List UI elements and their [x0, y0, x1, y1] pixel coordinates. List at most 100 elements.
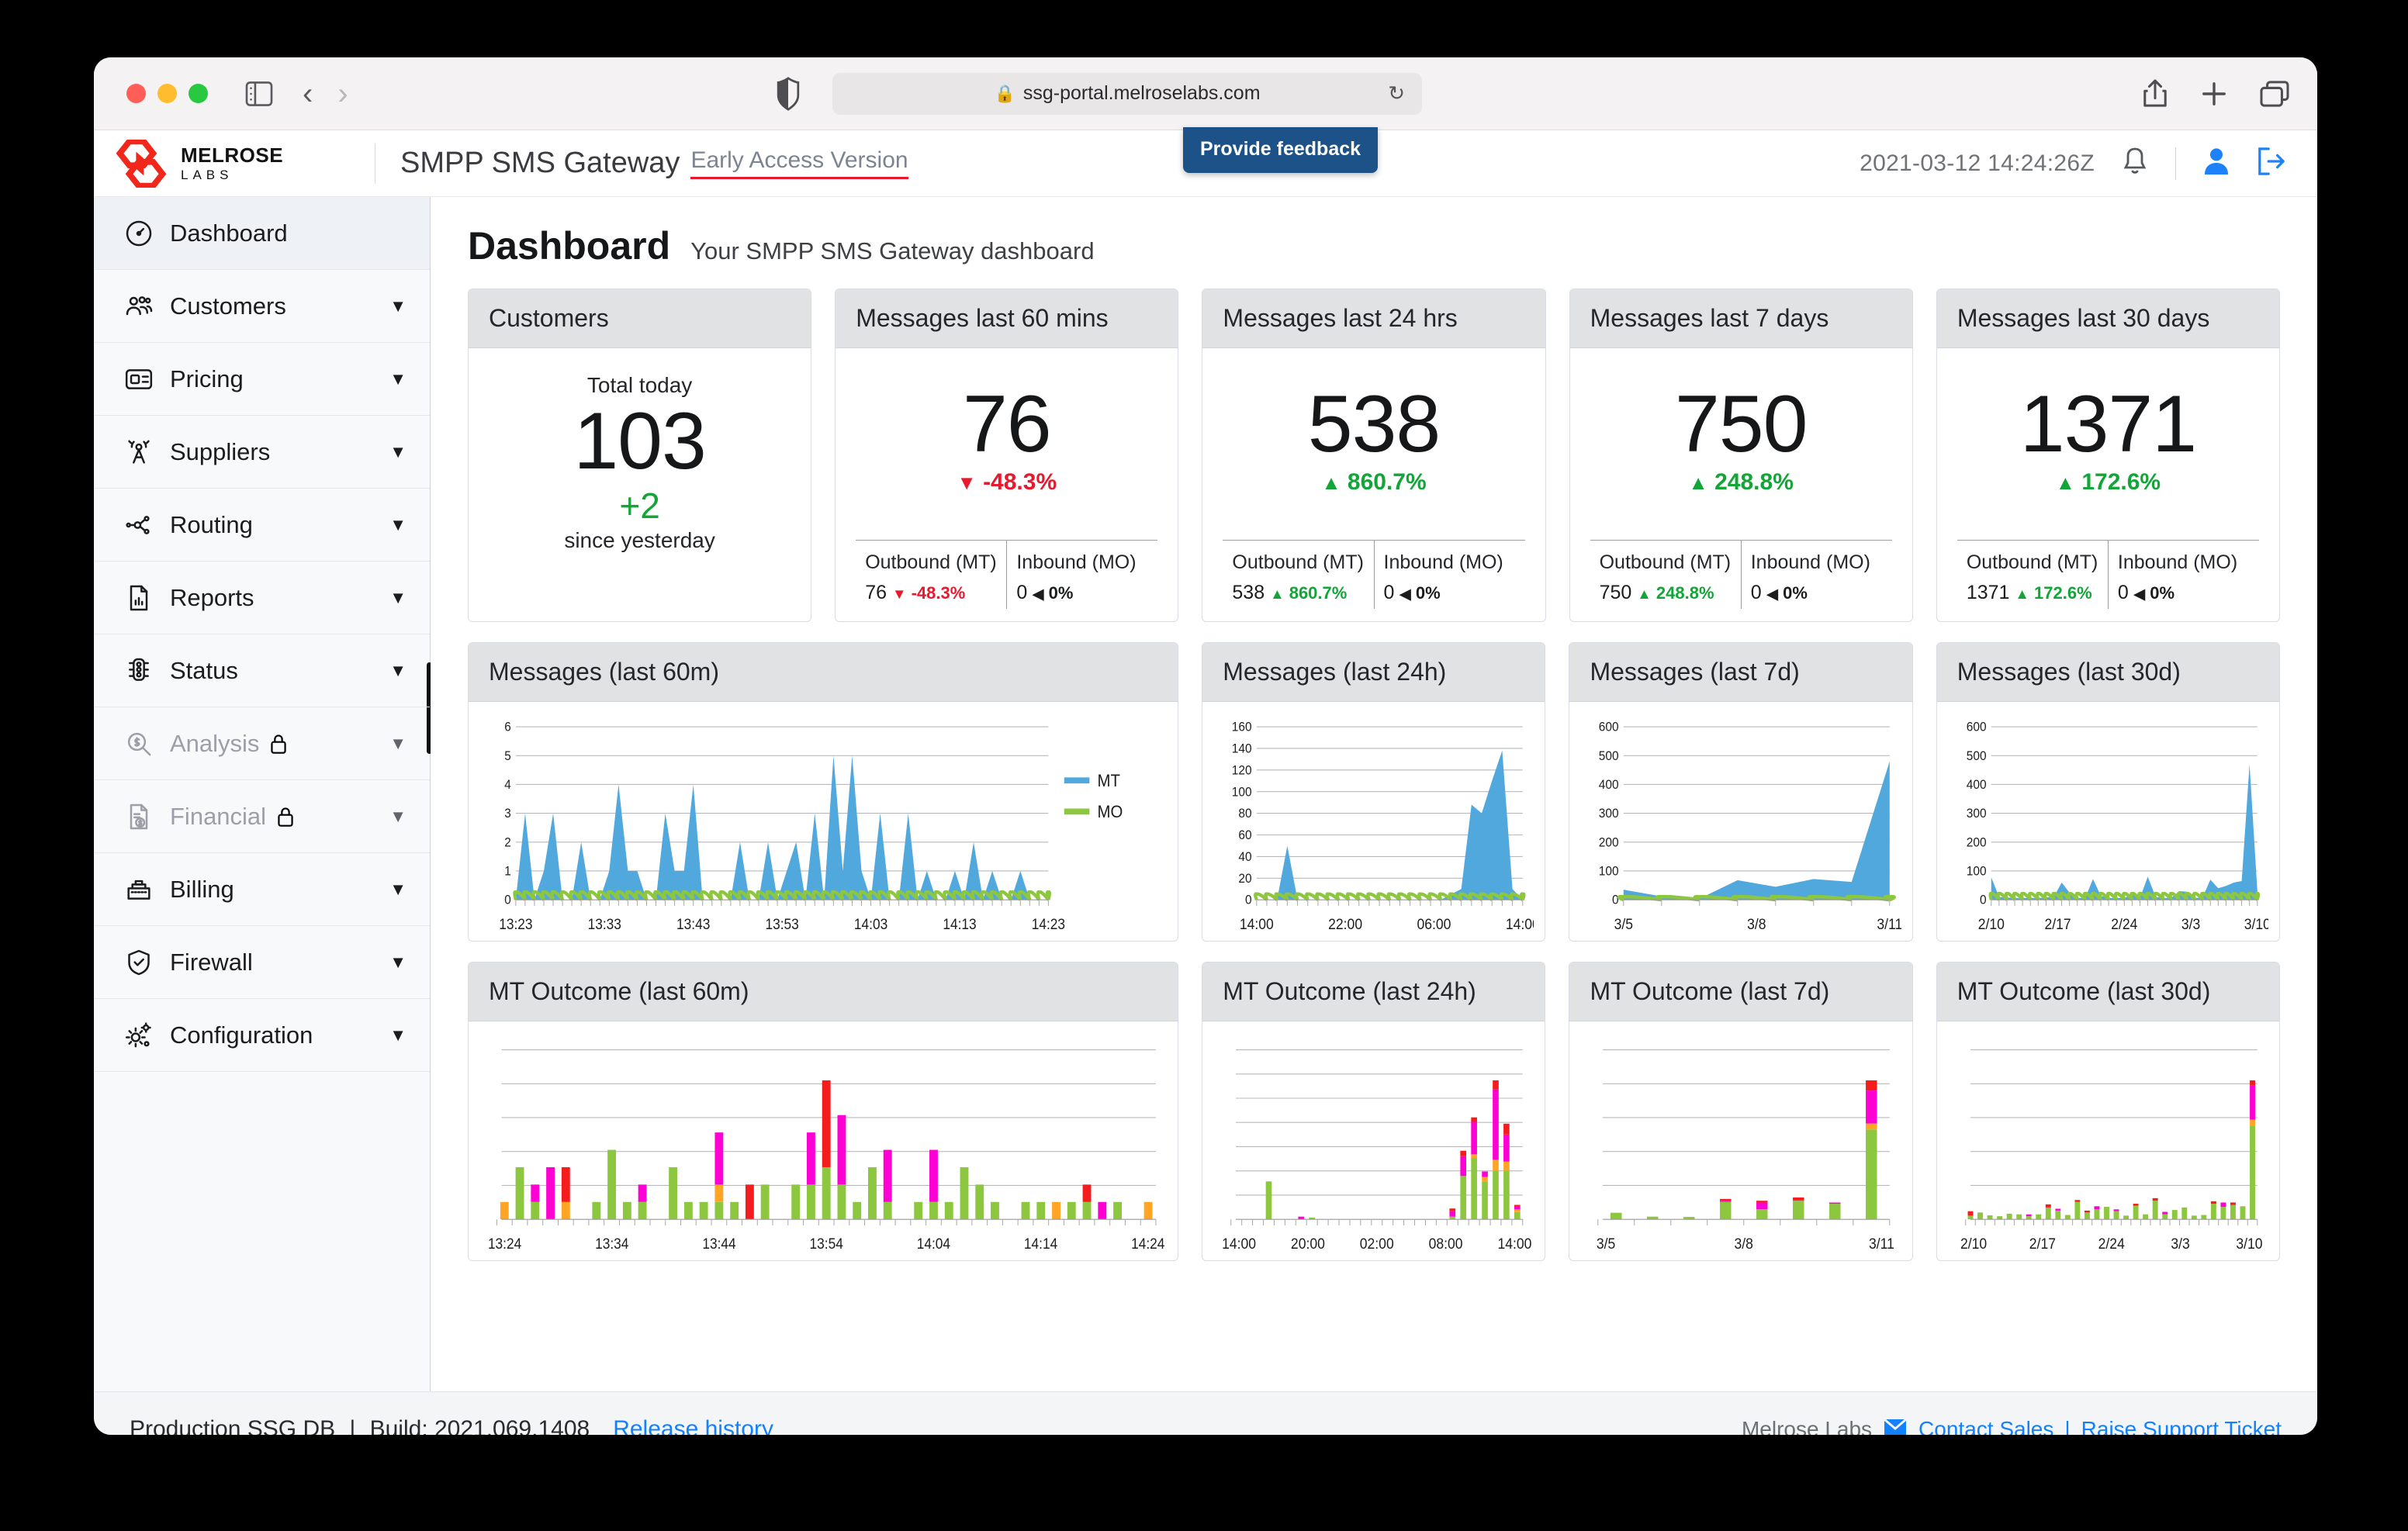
- back-icon[interactable]: ‹: [303, 78, 313, 109]
- svg-text:4: 4: [504, 777, 511, 792]
- chevron-down-icon[interactable]: ▼: [389, 880, 407, 900]
- svg-text:5: 5: [504, 748, 511, 763]
- reload-icon[interactable]: ↻: [1388, 81, 1405, 105]
- sidebar-item-configuration[interactable]: Configuration ▼: [94, 999, 430, 1072]
- sidebar-item-label: Billing: [170, 875, 234, 903]
- stat-label: Total today: [586, 373, 693, 397]
- svg-text:13:34: 13:34: [595, 1236, 628, 1252]
- messages-7d-card[interactable]: Messages (last 7d) 0 100 200 300 400 500 600 3/…: [1569, 642, 1913, 942]
- messages-30d-chart: 0 100 200 300 400 500 600 2/10 2/17 2/24 3/3 3/10: [1966, 720, 2268, 932]
- inbound-column: Inbound (MO) 0 ◀ 0%: [1740, 541, 1892, 609]
- chevron-down-icon[interactable]: ▼: [389, 734, 407, 754]
- svg-text:100: 100: [1966, 864, 1986, 879]
- sidebar-item-suppliers[interactable]: Suppliers ▼: [94, 416, 430, 489]
- messages-charts-row: Messages (last 60m) 0 1 2 3 4 5 6 13:23 13:33 13:…: [431, 642, 2317, 942]
- svg-text:3/8: 3/8: [1735, 1235, 1753, 1252]
- svg-text:2: 2: [504, 835, 511, 850]
- chevron-down-icon[interactable]: ▼: [389, 515, 407, 535]
- stat-value: 750: [1674, 379, 1808, 469]
- svg-text:14:04: 14:04: [917, 1236, 950, 1252]
- brand-logo[interactable]: MELROSE LABS: [116, 139, 364, 188]
- sidebar-item-customers[interactable]: Customers ▼: [94, 270, 430, 343]
- chevron-down-icon[interactable]: ▼: [389, 369, 407, 389]
- messages-60m-card[interactable]: Messages (last 60m) 0 1 2 3 4 5 6 13:23 13:33 13:…: [468, 642, 1179, 942]
- sidebar-item-billing[interactable]: Billing ▼: [94, 853, 430, 926]
- chevron-down-icon[interactable]: ▼: [389, 442, 407, 462]
- stat-card-title: Messages last 30 days: [1936, 289, 2280, 348]
- raise-support-ticket-link[interactable]: Raise Support Ticket: [2081, 1417, 2282, 1436]
- stat-card-messages-last-60-mins[interactable]: Messages last 60 mins 76 ▼ -48.3% Outbound …: [835, 289, 1179, 622]
- stat-card-customers[interactable]: Customers Total today 103 +2 since yesterday: [468, 289, 812, 622]
- messages-24h-card[interactable]: Messages (last 24h) 0 20 40 60 80 100 120 140 16…: [1202, 642, 1546, 942]
- sidebar-item-routing[interactable]: Routing ▼: [94, 489, 430, 562]
- sidebar-item-analysis[interactable]: Analysis ▼: [94, 707, 430, 780]
- chevron-down-icon[interactable]: ▼: [389, 952, 407, 973]
- svg-text:0: 0: [1980, 893, 1987, 907]
- chevron-down-icon[interactable]: ▼: [389, 1025, 407, 1045]
- stat-breakdown: Outbound (MT) 538 ▲ 860.7% Inbound (MO) 0 ◀…: [1223, 540, 1525, 609]
- stat-headline: 538 ▲ 860.7%: [1223, 381, 1524, 496]
- svg-text:2/10: 2/10: [1977, 915, 2004, 932]
- report-icon: [123, 582, 159, 613]
- sidebar-toggle-icon[interactable]: [245, 81, 273, 106]
- svg-text:13:54: 13:54: [810, 1236, 843, 1252]
- mail-icon: [1883, 1417, 1908, 1436]
- stat-body: 538 ▲ 860.7% Outbound (MT) 538 ▲ 860.7% Inbo…: [1202, 348, 1545, 621]
- svg-text:3: 3: [504, 807, 511, 821]
- sidebar-item-label: Configuration: [170, 1021, 313, 1049]
- chevron-down-icon[interactable]: ▼: [389, 661, 407, 681]
- navigation-arrows: ‹ ›: [303, 78, 348, 109]
- sidebar-item-firewall[interactable]: Firewall ▼: [94, 926, 430, 999]
- sidebar-item-status[interactable]: Status ▼: [94, 634, 430, 707]
- stat-change-period: since yesterday: [564, 527, 715, 552]
- stat-card-messages-last-24-hrs[interactable]: Messages last 24 hrs 538 ▲ 860.7% Outbound …: [1202, 289, 1546, 622]
- share-icon[interactable]: [2142, 78, 2168, 109]
- tab-overview-icon[interactable]: [2260, 80, 2289, 107]
- mt-outcome-60m-card[interactable]: MT Outcome (last 60m) 13:24 13:34 13:44 13:…: [468, 962, 1179, 1261]
- maximize-window-button[interactable]: [189, 84, 208, 103]
- messages-30d-card[interactable]: Messages (last 30d) 0 100 200 300 400 500 600 2…: [1936, 642, 2280, 942]
- chevron-down-icon[interactable]: ▼: [389, 588, 407, 608]
- address-bar[interactable]: 🔒 ssg-portal.melroselabs.com ↻: [832, 72, 1422, 115]
- release-history-link[interactable]: Release history: [613, 1416, 773, 1436]
- sidebar-item-pricing[interactable]: Pricing ▼: [94, 343, 430, 416]
- logout-icon[interactable]: [2257, 147, 2286, 180]
- sidebar-item-dashboard[interactable]: Dashboard: [94, 197, 430, 270]
- mt-outcome-30d-card[interactable]: MT Outcome (last 30d) 2/10 2/17 2/24 3/3 3/1…: [1936, 962, 2280, 1261]
- user-account-icon[interactable]: [2202, 147, 2230, 180]
- chevron-down-icon[interactable]: ▼: [389, 296, 407, 316]
- forward-icon[interactable]: ›: [337, 78, 348, 109]
- lock-icon: [268, 733, 289, 755]
- stat-value: 538: [1307, 379, 1441, 469]
- sidebar-item-financial[interactable]: Financial ▼: [94, 780, 430, 853]
- messages-60m-title: Messages (last 60m): [469, 643, 1178, 702]
- new-tab-icon[interactable]: [2201, 81, 2227, 107]
- mt-outcome-7d-card[interactable]: MT Outcome (last 7d) 3/5 3/8 3/11: [1569, 962, 1913, 1261]
- mt-outcome-30d-chart: 2/10 2/17 2/24 3/3 3/10: [1960, 1049, 2262, 1252]
- minimize-window-button[interactable]: [157, 84, 177, 103]
- svg-text:0: 0: [504, 893, 511, 907]
- svg-text:20:00: 20:00: [1291, 1235, 1325, 1252]
- early-access-badge: Early Access Version: [690, 147, 908, 179]
- browser-window: ‹ › 🔒 ssg-portal.melroselabs.com ↻ MELRO…: [94, 57, 2317, 1435]
- svg-text:500: 500: [1966, 748, 1986, 763]
- svg-text:14:03: 14:03: [854, 916, 887, 932]
- stat-card-messages-last-7-days[interactable]: Messages last 7 days 750 ▲ 248.8% Outbound …: [1569, 289, 1913, 622]
- svg-text:13:53: 13:53: [765, 916, 798, 932]
- sidebar-item-reports[interactable]: Reports ▼: [94, 562, 430, 634]
- svg-text:600: 600: [1966, 720, 1986, 734]
- search-cost-icon: [123, 728, 159, 759]
- melrose-hexagon-logo-icon: [116, 139, 167, 188]
- privacy-shield-icon[interactable]: [777, 76, 800, 111]
- provide-feedback-button[interactable]: Provide feedback: [1183, 127, 1379, 173]
- chevron-down-icon[interactable]: ▼: [389, 807, 407, 827]
- inbound-label: Inbound (MO): [2117, 551, 2238, 573]
- stat-card-messages-last-30-days[interactable]: Messages last 30 days 1371 ▲ 172.6% Outboun…: [1936, 289, 2281, 622]
- contact-sales-link[interactable]: Contact Sales: [1918, 1417, 2053, 1436]
- shield-check-icon: [123, 947, 159, 978]
- notifications-bell-icon[interactable]: [2121, 146, 2149, 181]
- app-footer: Production SSG DB | Build: 2021.069.1408…: [94, 1391, 2317, 1435]
- mt-outcome-24h-card[interactable]: MT Outcome (last 24h) 14:00 20:00 02:00 08:…: [1202, 962, 1546, 1261]
- close-window-button[interactable]: [126, 84, 146, 103]
- svg-text:400: 400: [1599, 777, 1619, 792]
